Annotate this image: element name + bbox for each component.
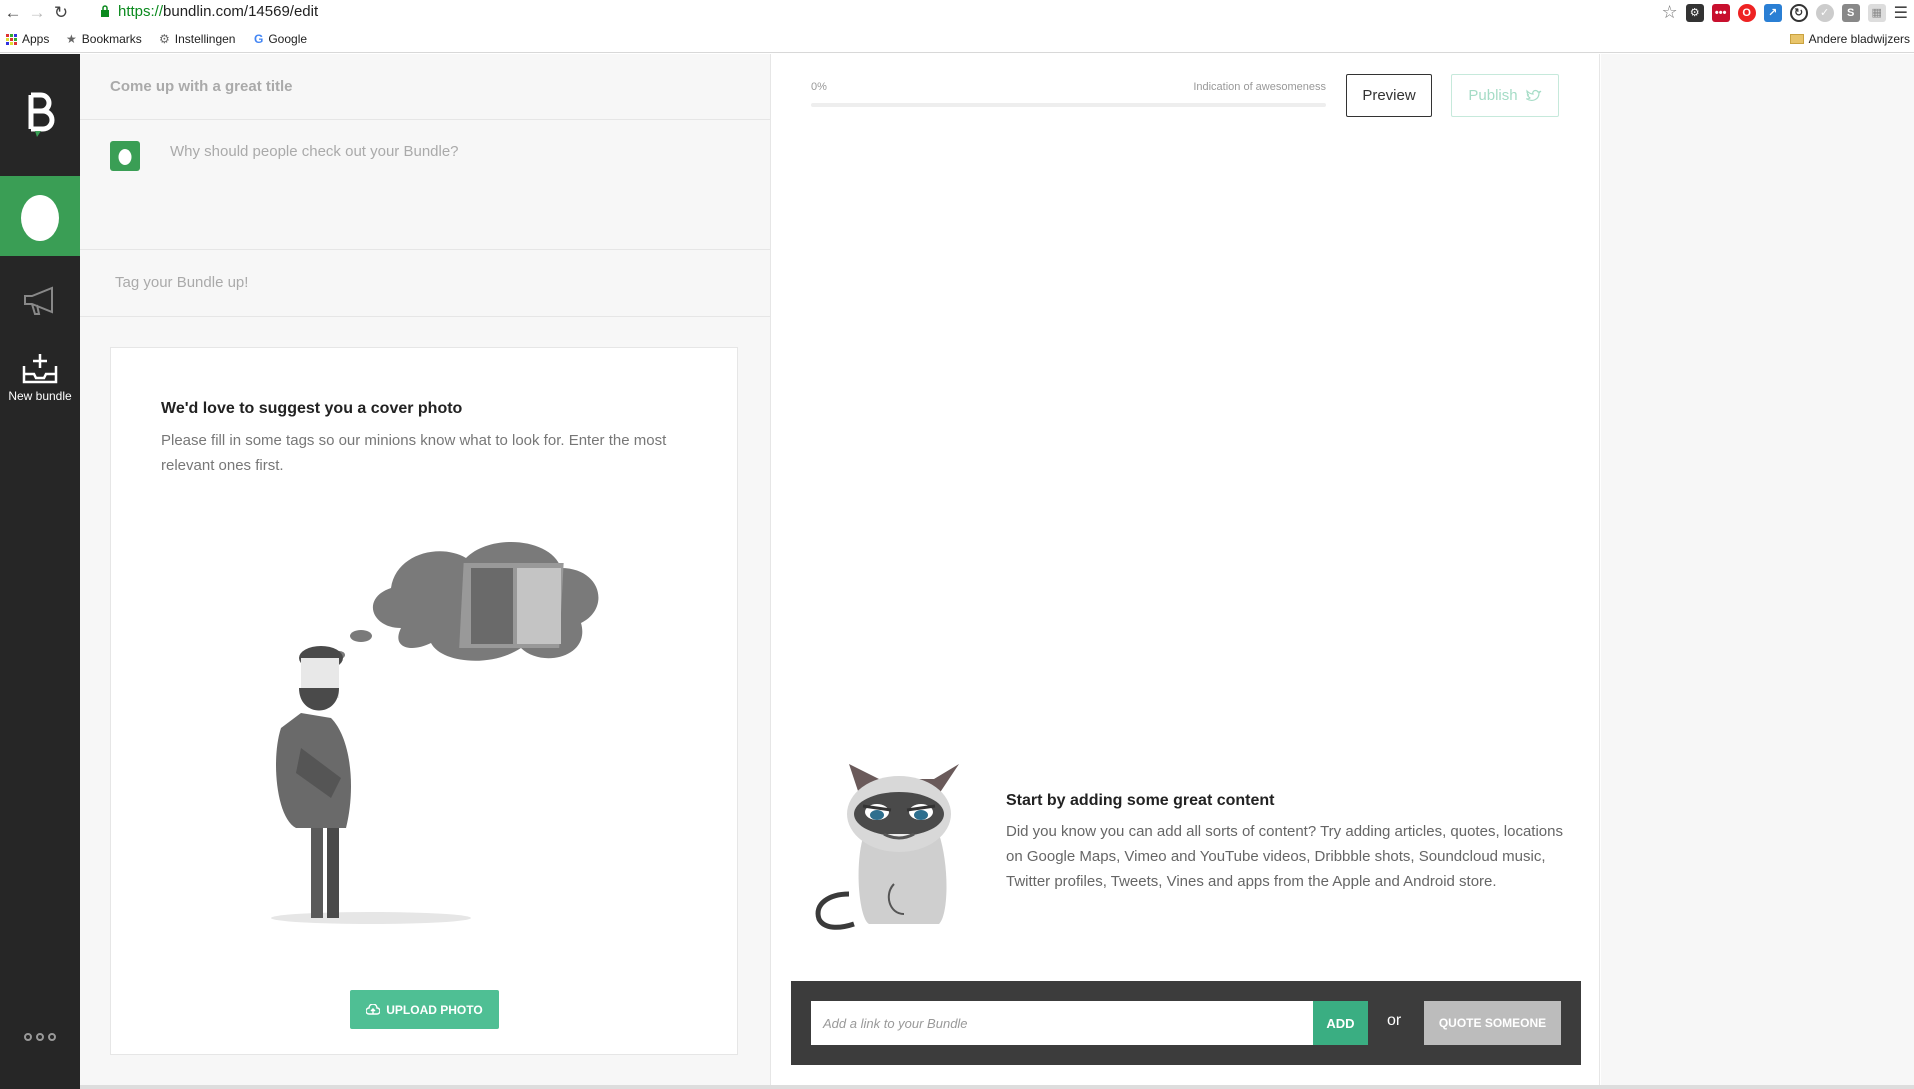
content-prompt-title: Start by adding some great content: [1006, 792, 1275, 809]
reload-icon[interactable]: ↻: [50, 2, 72, 24]
publish-label: Publish: [1468, 87, 1518, 104]
browser-toolbar: ← → ↻ https://bundlin.com/14569/edit ☆ ⚙…: [0, 0, 1914, 26]
sync-extension-icon[interactable]: ↻: [1789, 3, 1808, 22]
sidebar-item-announce[interactable]: [0, 266, 80, 336]
grid-extension-icon[interactable]: ▦: [1867, 3, 1886, 22]
bundlin-logo-icon: [28, 92, 55, 137]
grumpy-cat-illustration: [815, 764, 959, 930]
or-label: or: [1387, 1012, 1402, 1029]
publish-button[interactable]: Publish: [1451, 74, 1559, 117]
content-prompt-text: Did you know you can add all sorts of co…: [1006, 823, 1563, 890]
cover-title: We'd love to suggest you a cover photo: [161, 400, 463, 417]
quote-someone-button[interactable]: QUOTE SOMEONE: [1424, 1001, 1561, 1045]
address-bar[interactable]: https://bundlin.com/14569/edit: [118, 3, 318, 20]
lock-icon: [101, 5, 109, 17]
gear-icon: ⚙: [159, 32, 170, 46]
egg-badge-icon[interactable]: [110, 141, 140, 171]
megaphone-icon: [24, 286, 53, 315]
star-filled-icon: ★: [66, 32, 77, 46]
new-bundle-label: New bundle: [8, 389, 72, 403]
extension-icons: ☆ ⚙ ••• O ↗ ↻ ✓ S ▦ ☰: [1662, 2, 1914, 23]
bookmark-label: Apps: [22, 32, 50, 46]
settings-extension-icon[interactable]: ⚙: [1685, 3, 1704, 22]
cover-text: Please fill in some tags so our minions …: [161, 432, 667, 474]
bookmark-google[interactable]: G Google: [254, 32, 307, 46]
more-icon[interactable]: [0, 1022, 80, 1052]
bottom-edge: [80, 1085, 1914, 1089]
sidebar-item-bundle[interactable]: [0, 176, 80, 256]
s-extension-icon[interactable]: S: [1841, 3, 1860, 22]
divider: [80, 119, 770, 120]
google-icon: G: [254, 32, 264, 46]
bookmark-label: Instellingen: [174, 32, 236, 46]
content-panel: 0% Indication of awesomeness Preview Pub…: [770, 54, 1600, 1089]
egg-icon: [21, 195, 59, 241]
add-content-bar: Add a link to your Bundle ADD or QUOTE S…: [791, 981, 1581, 1065]
twitter-bird-icon: [1525, 89, 1542, 101]
resize-extension-icon[interactable]: ↗: [1763, 3, 1782, 22]
app-sidebar: New bundle: [0, 54, 80, 1089]
star-icon[interactable]: ☆: [1662, 2, 1678, 23]
awesomeness-label: Indication of awesomeness: [1193, 81, 1326, 93]
sidebar-item-new-bundle[interactable]: New bundle: [0, 352, 80, 422]
cloud-upload-icon: [366, 1003, 381, 1015]
title-input[interactable]: Come up with a great title: [110, 78, 293, 95]
upload-photo-label: UPLOAD PHOTO: [386, 1002, 483, 1017]
divider: [80, 249, 770, 250]
bookmark-bookmarks[interactable]: ★ Bookmarks: [66, 32, 142, 46]
add-button[interactable]: ADD: [1313, 1001, 1368, 1045]
folder-icon: [1789, 34, 1804, 44]
apps-grid-icon: [6, 33, 17, 45]
check-extension-icon[interactable]: ✓: [1815, 3, 1834, 22]
back-icon[interactable]: ←: [2, 2, 24, 24]
divider: [80, 316, 770, 317]
editor-panel: Come up with a great title Why should pe…: [80, 54, 770, 1089]
other-bookmarks[interactable]: Andere bladwijzers: [1789, 32, 1910, 46]
url-path: bundlin.com/14569/edit: [163, 3, 319, 20]
right-gutter: [1601, 54, 1914, 1089]
bookmark-label: Google: [268, 32, 308, 46]
url-scheme: https://: [118, 3, 164, 20]
description-input[interactable]: Why should people check out your Bundle?: [170, 143, 459, 160]
bookmarks-bar: Apps ★ Bookmarks ⚙ Instellingen G Google…: [0, 26, 1914, 53]
menu-icon[interactable]: ☰: [1894, 3, 1908, 23]
thinking-man-illustration: [271, 541, 599, 924]
bookmark-apps[interactable]: Apps: [6, 32, 49, 46]
link-input[interactable]: Add a link to your Bundle: [811, 1001, 1313, 1045]
bookmark-instellingen[interactable]: ⚙ Instellingen: [159, 32, 235, 46]
preview-button[interactable]: Preview: [1346, 74, 1432, 117]
egg-icon: [118, 149, 132, 165]
bundlin-logo[interactable]: [0, 54, 80, 174]
inbox-add-icon: [22, 354, 58, 384]
upload-photo-button[interactable]: UPLOAD PHOTO: [350, 990, 499, 1029]
other-bookmarks-label: Andere bladwijzers: [1808, 32, 1910, 46]
bookmark-label: Bookmarks: [81, 32, 142, 46]
tags-input[interactable]: Tag your Bundle up!: [115, 274, 248, 291]
cover-photo-card: We'd love to suggest you a cover photo P…: [110, 347, 738, 1055]
forward-icon[interactable]: →: [26, 2, 48, 24]
awesomeness-progress-bar: [811, 103, 1326, 107]
lastpass-icon[interactable]: •••: [1711, 3, 1730, 22]
opera-icon[interactable]: O: [1737, 3, 1756, 22]
awesomeness-percent: 0%: [811, 81, 827, 93]
